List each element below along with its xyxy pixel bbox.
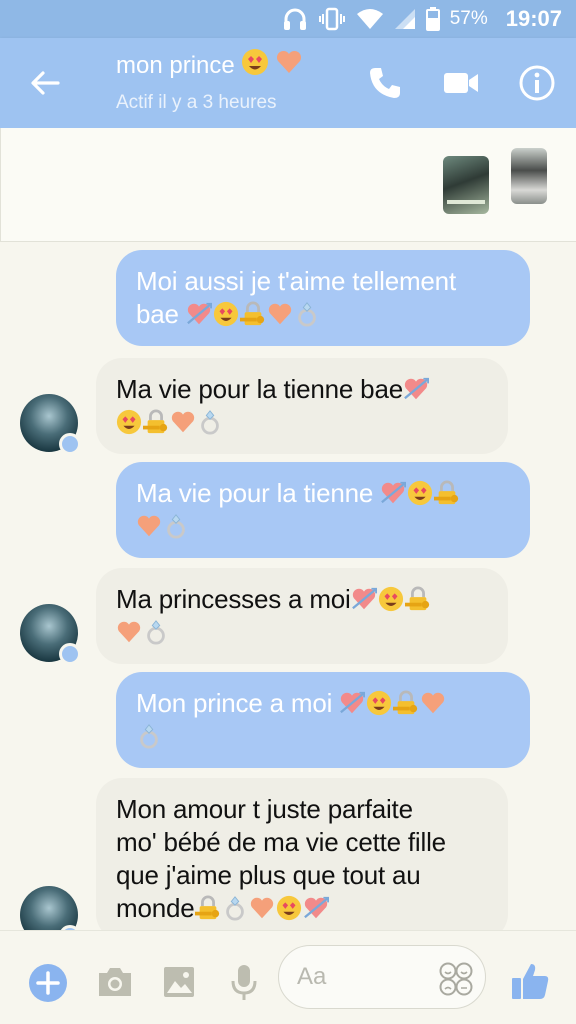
lock-key-emoji <box>143 409 169 435</box>
contact-avatar[interactable] <box>20 394 81 455</box>
orange-heart-emoji <box>275 48 303 83</box>
message-line: monde <box>116 893 195 923</box>
heart-eyes-emoji <box>366 690 392 716</box>
heart-eyes-emoji <box>241 48 269 83</box>
message-incoming[interactable]: Mon amour t juste parfaite mo' bébé de m… <box>96 778 508 940</box>
conversation-header: mon prince Actif il y a 3 heures <box>0 38 576 128</box>
message-line: Ma vie pour la tienne bae <box>116 374 403 404</box>
message-line-with-emojis: monde <box>116 892 488 925</box>
ring-emoji <box>136 723 162 749</box>
wifi-icon <box>356 8 384 30</box>
plus-icon[interactable] <box>28 963 68 1008</box>
ring-emoji <box>294 301 320 327</box>
lock-key-emoji <box>434 480 460 506</box>
emoji-line <box>136 510 510 543</box>
heart-arrow-emoji <box>403 376 429 402</box>
message-line: Mon amour t juste parfaite <box>116 794 413 824</box>
video-camera-icon[interactable] <box>442 64 480 102</box>
vibrate-icon <box>318 7 346 31</box>
heart-arrow-emoji <box>380 480 406 506</box>
message-line: mo' bébé de ma vie cette fille <box>116 827 446 857</box>
lock-key-emoji <box>195 895 221 921</box>
message-line: que j'aime plus que tout au <box>116 860 421 890</box>
gallery-icon[interactable] <box>162 965 196 1004</box>
battery-icon <box>425 7 440 31</box>
message-line: Ma princesses a moi <box>116 584 351 614</box>
message-line-with-emojis: Ma vie pour la tienne bae <box>116 373 488 406</box>
orange-heart-emoji <box>249 895 275 921</box>
thumbs-up-icon[interactable] <box>510 961 550 1006</box>
message-line-with-emojis: bae <box>136 298 510 331</box>
lock-key-emoji <box>240 301 266 327</box>
signal-icon <box>394 8 416 30</box>
camera-icon[interactable] <box>96 965 134 1004</box>
clock: 19:07 <box>505 6 562 31</box>
message-outgoing[interactable]: Mon prince a moi <box>116 672 530 768</box>
shared-photo-1[interactable] <box>443 156 489 214</box>
status-bar: 57% 19:07 <box>0 0 576 38</box>
shared-photo-2[interactable] <box>511 148 547 204</box>
message-line: Ma vie pour la tienne <box>136 478 374 508</box>
ring-emoji <box>197 409 223 435</box>
emoji-icon[interactable] <box>438 961 474 1002</box>
message-line: bae <box>136 299 179 329</box>
message-line-with-emojis: Ma princesses a moi <box>116 583 488 616</box>
battery-percent: 57% <box>449 8 488 29</box>
shared-media-panel <box>0 128 576 242</box>
message-line: Mon prince a moi <box>136 688 333 718</box>
heart-eyes-emoji <box>276 895 302 921</box>
orange-heart-emoji <box>170 409 196 435</box>
lock-key-emoji <box>405 586 431 612</box>
contact-name: mon prince <box>116 51 235 79</box>
message-outgoing[interactable]: Ma vie pour la tienne <box>116 462 530 558</box>
back-arrow-icon[interactable] <box>28 66 62 100</box>
emoji-line <box>116 406 488 439</box>
heart-eyes-emoji <box>407 480 433 506</box>
heart-arrow-emoji <box>351 586 377 612</box>
contact-name-row: mon prince <box>116 48 303 83</box>
orange-heart-emoji <box>267 301 293 327</box>
microphone-icon[interactable] <box>230 963 258 1006</box>
active-status: Actif il y a 3 heures <box>116 92 277 113</box>
emoji-line <box>136 720 510 753</box>
ring-emoji <box>143 619 169 645</box>
phone-icon[interactable] <box>366 64 404 102</box>
message-line-with-emojis: Mon prince a moi <box>136 687 510 720</box>
message-line-with-emojis: Ma vie pour la tienne <box>136 477 510 510</box>
message-input-placeholder: Aa <box>297 963 327 990</box>
message-composer: Aa <box>0 930 576 1024</box>
message-incoming[interactable]: Ma vie pour la tienne bae <box>96 358 508 454</box>
heart-eyes-emoji <box>116 409 142 435</box>
ring-emoji <box>222 895 248 921</box>
message-line: Moi aussi je t'aime tellement <box>136 266 456 296</box>
contact-avatar[interactable] <box>20 604 81 665</box>
orange-heart-emoji <box>420 690 446 716</box>
messenger-badge-icon <box>59 643 81 665</box>
orange-heart-emoji <box>136 513 162 539</box>
emoji-line <box>116 616 488 649</box>
heart-eyes-emoji <box>378 586 404 612</box>
message-incoming[interactable]: Ma princesses a moi <box>96 568 508 664</box>
contact-info[interactable]: mon prince Actif il y a 3 heures <box>116 48 303 114</box>
heart-arrow-emoji <box>303 895 329 921</box>
heart-arrow-emoji <box>339 690 365 716</box>
lock-key-emoji <box>393 690 419 716</box>
headphones-icon <box>282 7 308 31</box>
orange-heart-emoji <box>116 619 142 645</box>
heart-arrow-emoji <box>186 301 212 327</box>
message-outgoing[interactable]: Moi aussi je t'aime tellement bae <box>116 250 530 346</box>
info-icon[interactable] <box>518 64 556 102</box>
messenger-badge-icon <box>59 433 81 455</box>
ring-emoji <box>163 513 189 539</box>
heart-eyes-emoji <box>213 301 239 327</box>
